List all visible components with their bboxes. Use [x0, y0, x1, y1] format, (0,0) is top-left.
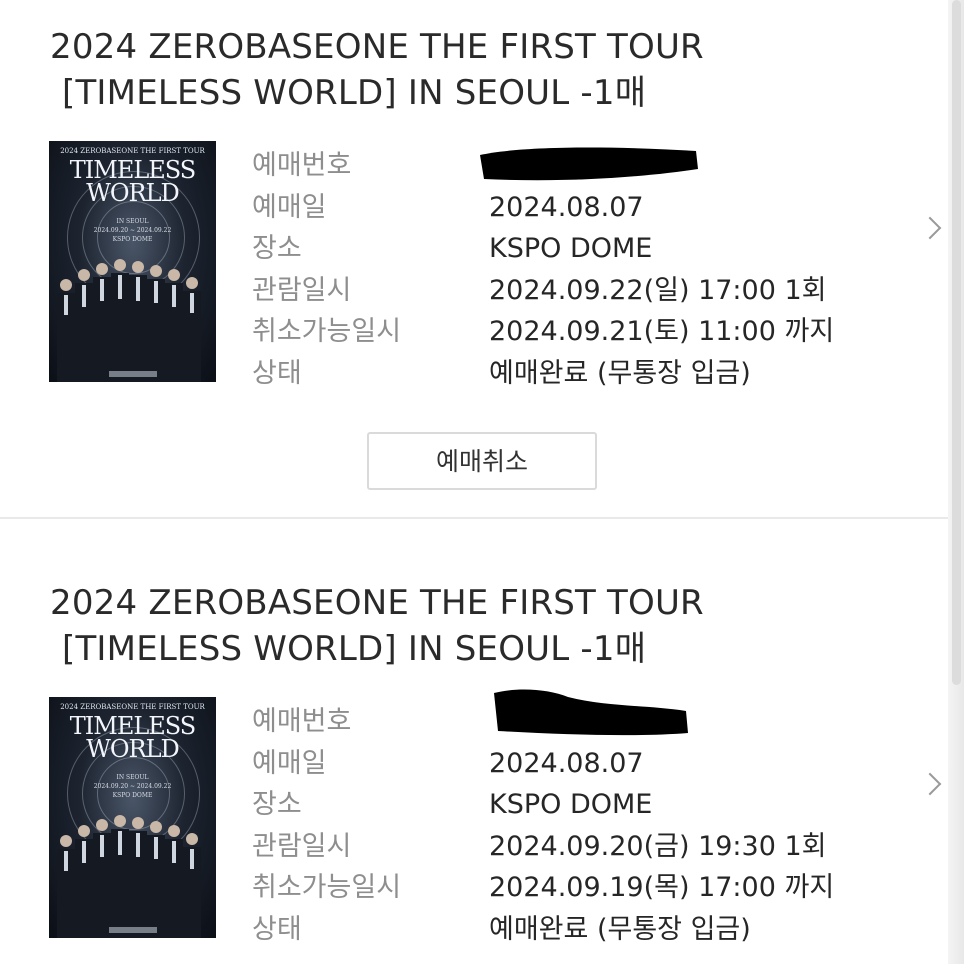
venue-value: KSPO DOME: [489, 789, 653, 820]
poster-tour-name: 2024 ZEROBASEONE THE FIRST TOUR: [60, 703, 205, 711]
status-row: 상태 예매완료 (무통장 입금): [252, 353, 892, 395]
poster-title-line2: WORLD: [86, 735, 180, 763]
poster-title-line2: WORLD: [86, 179, 180, 207]
booking-title-line2: [TIMELESS WORLD] IN SEOUL -1매: [62, 73, 647, 113]
card-divider: [0, 517, 948, 519]
booking-title: 2024 ZEROBASEONE THE FIRST TOUR [TIMELES…: [50, 24, 704, 116]
poster-group-photo: [57, 815, 201, 938]
booking-date-label: 예매일: [252, 191, 327, 223]
booking-date-row: 예매일 2024.08.07: [252, 187, 892, 229]
venue-label: 장소: [252, 789, 302, 820]
show-datetime-row: 관람일시 2024.09.20(금) 19:30 1회: [252, 826, 892, 868]
redacted-booking-number: [480, 147, 698, 181]
poster-dates: 2024.09.20 ~ 2024.09.22: [93, 227, 172, 234]
status-value: 예매완료 (무통장 입금): [489, 357, 751, 389]
booking-date-label: 예매일: [252, 747, 327, 779]
poster-details: IN SEOUL 2024.09.20 ~ 2024.09.22 KSPO DO…: [49, 217, 216, 244]
cancel-deadline-row: 취소가능일시 2024.09.19(목) 17:00 까지: [252, 867, 892, 909]
poster-title: TIMELESS WORLD: [49, 158, 216, 207]
scrollbar-thumb[interactable]: [952, 0, 961, 685]
poster-city: IN SEOUL: [116, 218, 149, 225]
booking-title-line1: 2024 ZEROBASEONE THE FIRST TOUR: [50, 583, 704, 623]
redacted-booking-number: [494, 689, 688, 736]
booking-title-line1: 2024 ZEROBASEONE THE FIRST TOUR: [50, 27, 704, 67]
poster-group-photo: [57, 259, 201, 382]
booking-number-label: 예매번호: [252, 706, 352, 737]
poster-sponsor-logos: [109, 371, 157, 377]
status-label: 상태: [252, 913, 302, 945]
booking-date-value: 2024.08.07: [489, 747, 644, 779]
show-datetime-row: 관람일시 2024.09.22(일) 17:00 1회: [252, 270, 892, 312]
booking-card[interactable]: 2024 ZEROBASEONE THE FIRST TOUR [TIMELES…: [0, 0, 948, 518]
cancel-deadline-row: 취소가능일시 2024.09.21(토) 11:00 까지: [252, 311, 892, 353]
chevron-right-icon[interactable]: [918, 772, 942, 796]
cancel-deadline-label: 취소가능일시: [252, 316, 402, 347]
booking-list-page: 2024 ZEROBASEONE THE FIRST TOUR [TIMELES…: [0, 0, 964, 964]
venue-row: 장소 KSPO DOME: [252, 784, 892, 826]
venue-label: 장소: [252, 233, 302, 264]
status-value: 예매완료 (무통장 입금): [489, 913, 751, 945]
status-label: 상태: [252, 357, 302, 389]
cancel-booking-button[interactable]: 예매취소: [367, 432, 597, 490]
poster-city: IN SEOUL: [116, 774, 149, 781]
booking-date-row: 예매일 2024.08.07: [252, 743, 892, 785]
chevron-right-icon[interactable]: [918, 216, 942, 240]
concert-poster-image: 2024 ZEROBASEONE THE FIRST TOUR TIMELESS…: [49, 697, 216, 938]
venue-row: 장소 KSPO DOME: [252, 228, 892, 270]
show-datetime-label: 관람일시: [252, 830, 352, 862]
status-row: 상태 예매완료 (무통장 입금): [252, 909, 892, 951]
poster-sponsor-logos: [109, 927, 157, 933]
show-datetime-value: 2024.09.20(금) 19:30 1회: [489, 830, 827, 862]
booking-title-line2: [TIMELESS WORLD] IN SEOUL -1매: [62, 629, 647, 669]
cancel-deadline-value: 2024.09.19(목) 17:00 까지: [489, 872, 835, 903]
poster-details: IN SEOUL 2024.09.20 ~ 2024.09.22 KSPO DO…: [49, 773, 216, 800]
show-datetime-label: 관람일시: [252, 274, 352, 306]
scrollbar-track[interactable]: [948, 0, 964, 964]
poster-tour-name: 2024 ZEROBASEONE THE FIRST TOUR: [60, 147, 205, 155]
booking-number-label: 예매번호: [252, 150, 352, 181]
poster-venue: KSPO DOME: [112, 792, 153, 799]
cancel-deadline-label: 취소가능일시: [252, 872, 402, 903]
booking-title: 2024 ZEROBASEONE THE FIRST TOUR [TIMELES…: [50, 580, 704, 672]
booking-date-value: 2024.08.07: [489, 191, 644, 223]
concert-poster-image: 2024 ZEROBASEONE THE FIRST TOUR TIMELESS…: [49, 141, 216, 382]
venue-value: KSPO DOME: [489, 233, 653, 264]
poster-venue: KSPO DOME: [112, 236, 153, 243]
poster-title: TIMELESS WORLD: [49, 714, 216, 763]
booking-card[interactable]: 2024 ZEROBASEONE THE FIRST TOUR [TIMELES…: [0, 556, 948, 964]
cancel-deadline-value: 2024.09.21(토) 11:00 까지: [489, 316, 835, 347]
poster-dates: 2024.09.20 ~ 2024.09.22: [93, 783, 172, 790]
show-datetime-value: 2024.09.22(일) 17:00 1회: [489, 274, 827, 306]
